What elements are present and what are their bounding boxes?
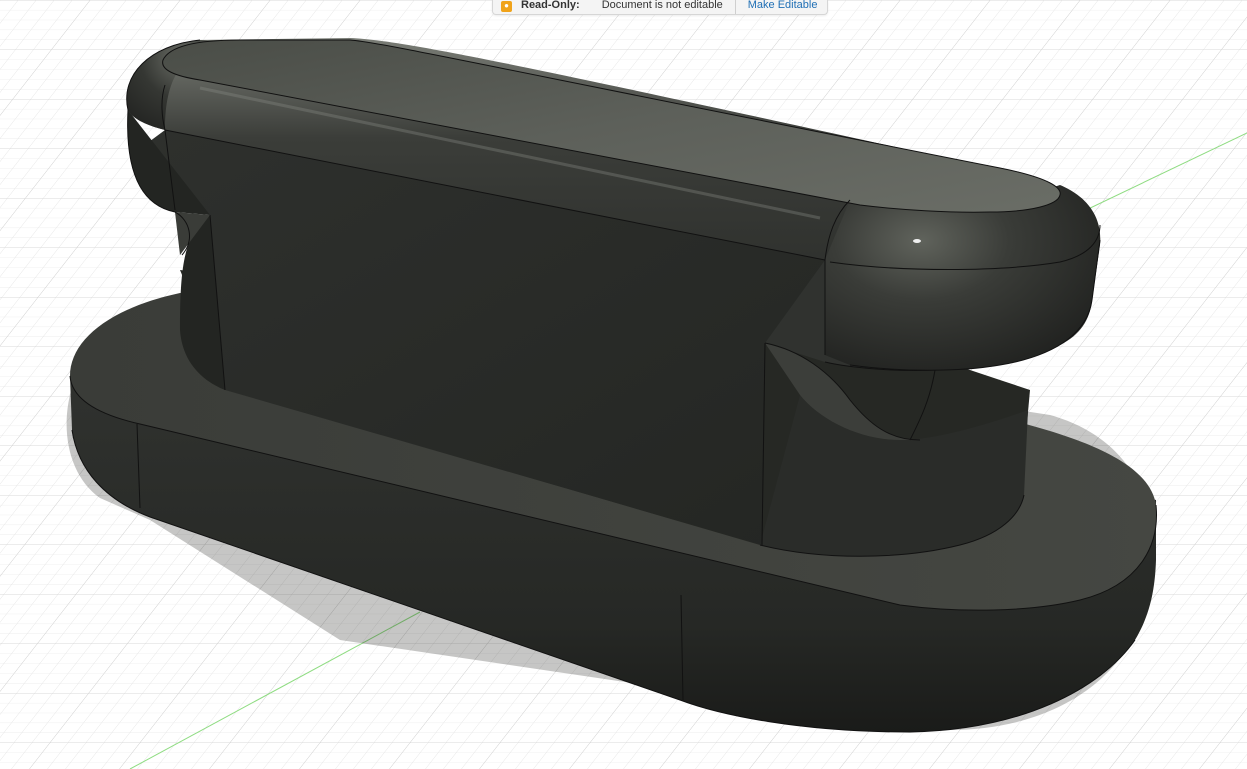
divider [734,0,736,14]
make-editable-link[interactable]: Make Editable [748,0,818,12]
lock-icon: ● [501,0,512,12]
read-only-label: Read-Only: [521,0,580,11]
read-only-message: Document is not editable [601,0,723,11]
3d-viewport[interactable] [0,0,1247,769]
read-only-notice: ● Read-Only: Document is not editable Ma… [492,0,829,15]
